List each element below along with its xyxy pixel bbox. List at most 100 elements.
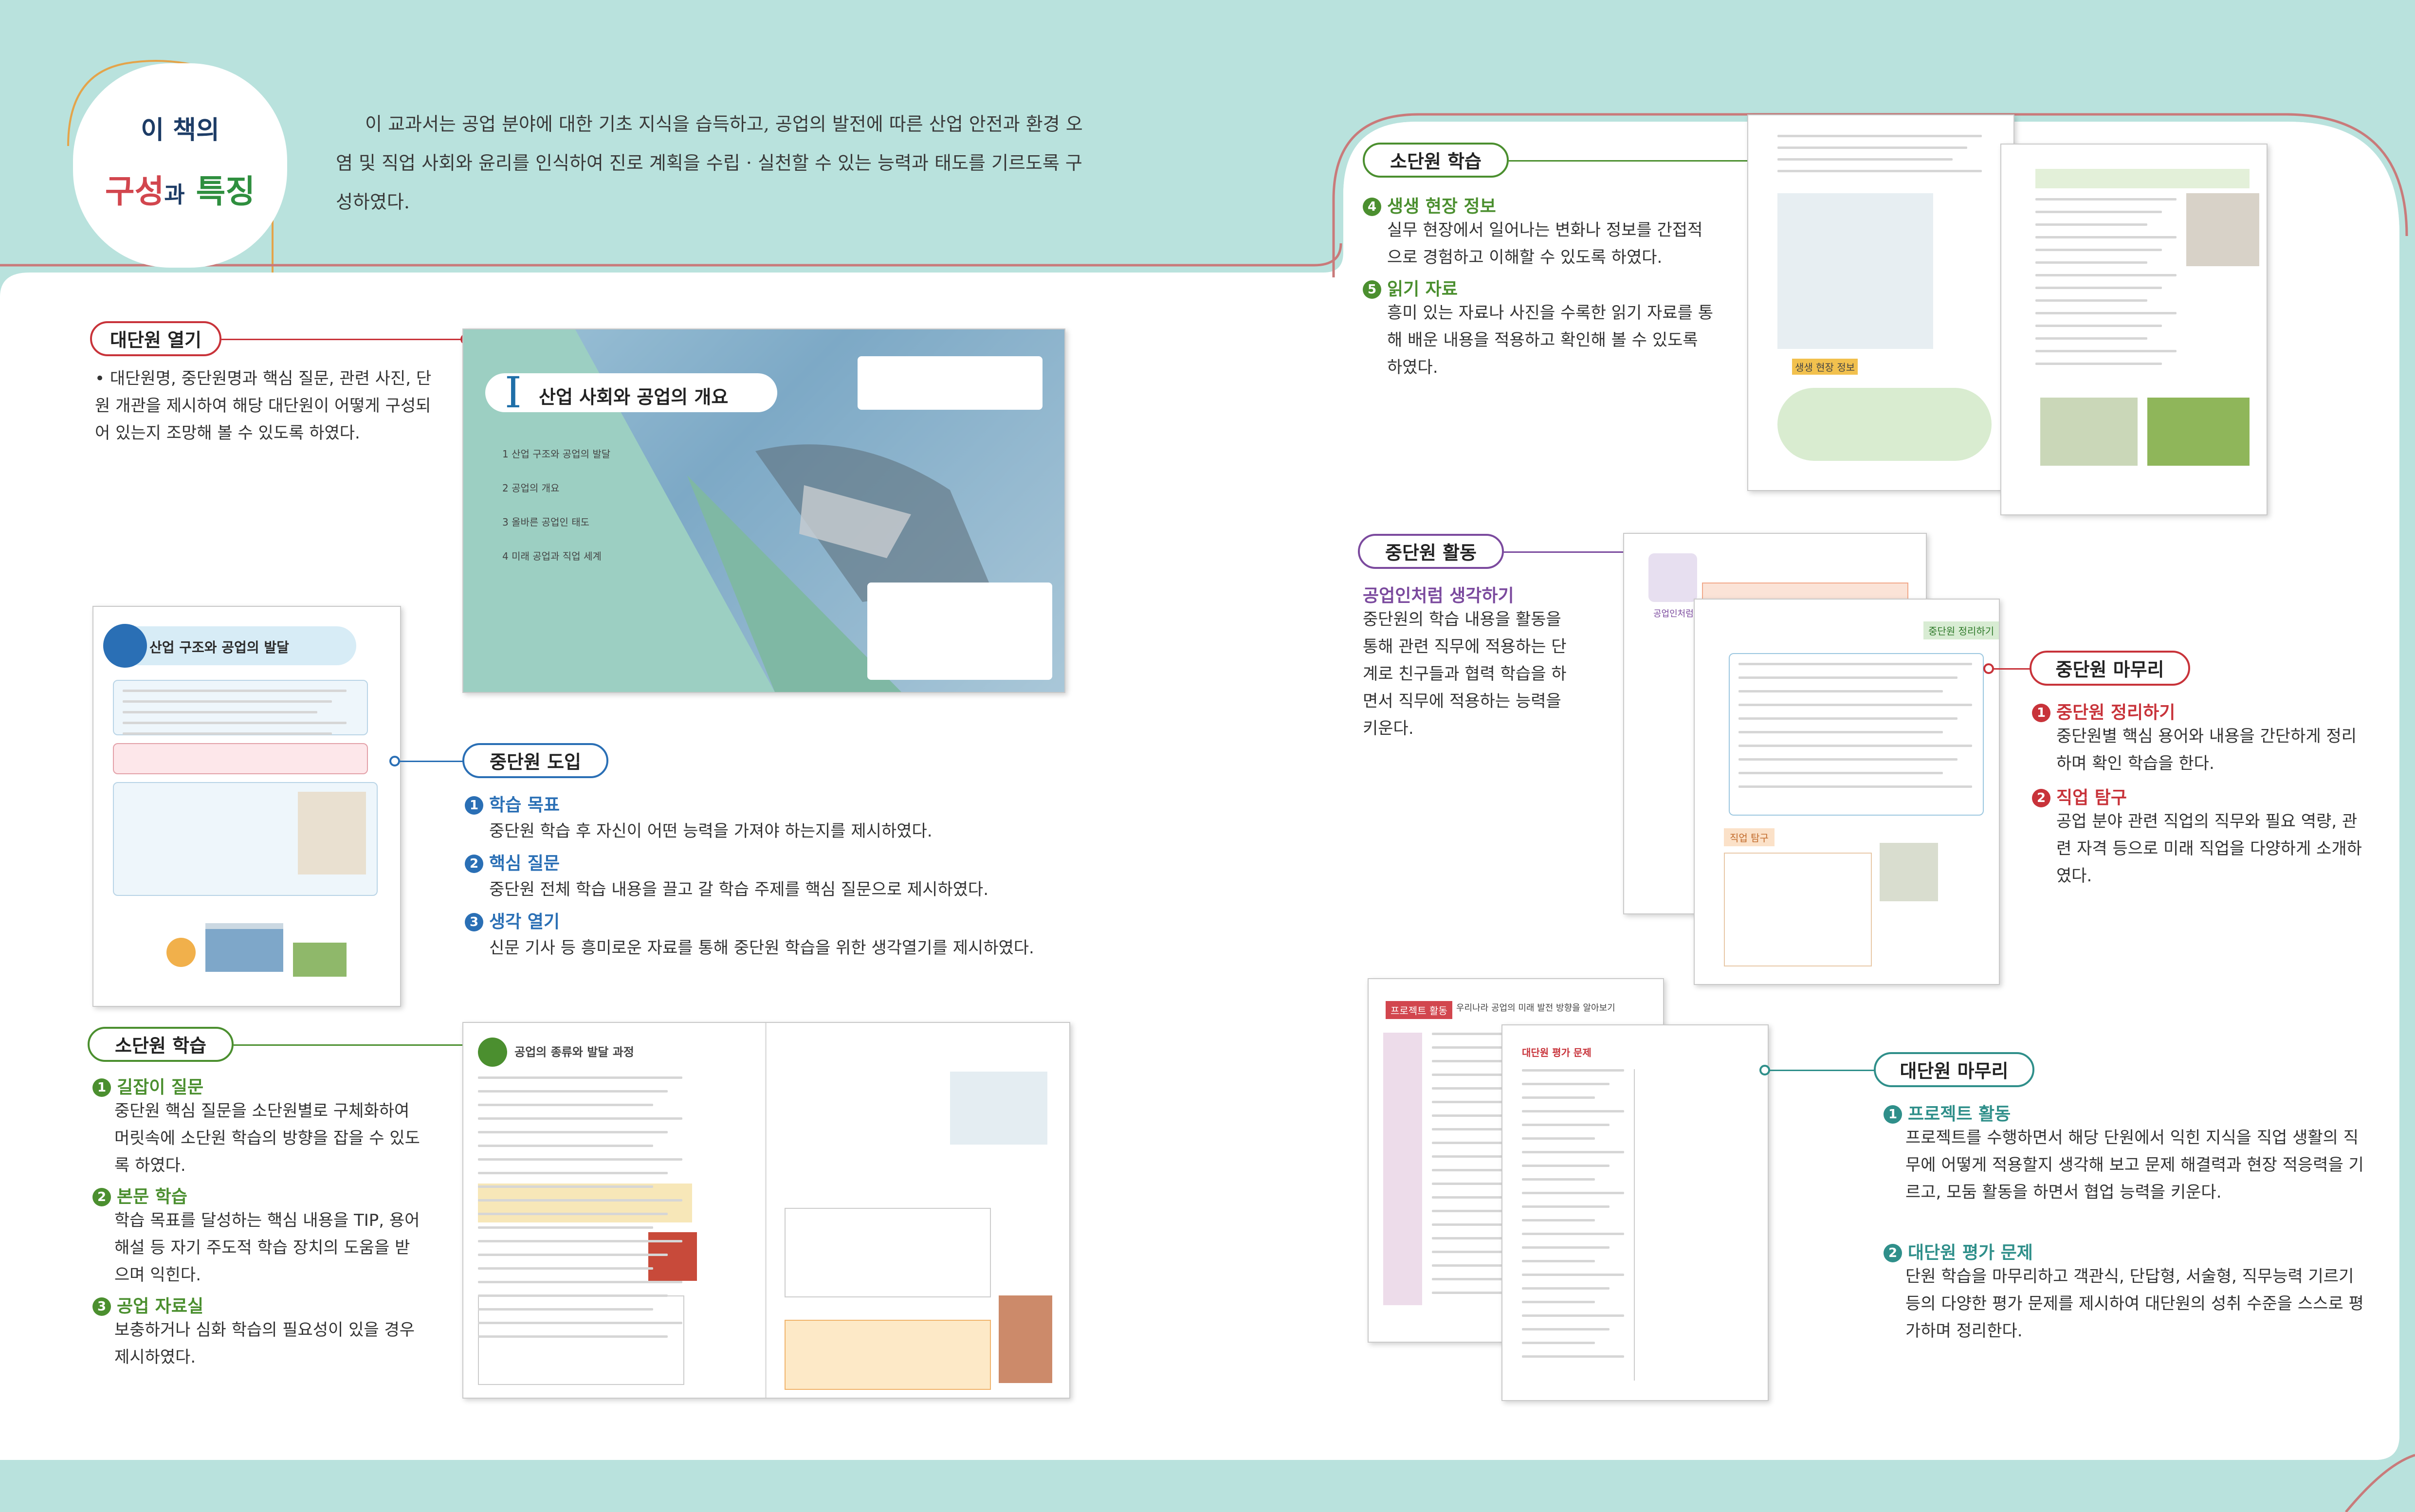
text-line bbox=[478, 1335, 668, 1338]
text-line bbox=[478, 1076, 682, 1079]
text-line bbox=[478, 1308, 653, 1311]
article-photo bbox=[298, 792, 366, 874]
text-line bbox=[2035, 363, 2162, 365]
label-jung-intro: 중단원 도입 bbox=[462, 743, 608, 778]
text-line bbox=[2035, 249, 2162, 251]
text-line bbox=[478, 1145, 653, 1147]
so-number-circle bbox=[478, 1038, 507, 1067]
finish-tag: 중단원 정리하기 bbox=[1923, 621, 1999, 639]
num-2: 2 bbox=[92, 1188, 111, 1206]
text-line bbox=[1522, 1205, 1610, 1208]
text-line bbox=[2035, 274, 2177, 276]
project-title: 우리나라 공업의 미래 발전 방향을 알아보기 bbox=[1456, 1003, 1615, 1013]
text-line bbox=[1738, 676, 1958, 679]
field-info-tag: 생생 현장 정보 bbox=[1792, 359, 1858, 375]
thumb-reading bbox=[2000, 144, 2268, 515]
so-right-item1-text: 실무 현장에서 일어나는 변화나 정보를 간접적으로 경험하고 이해할 수 있도… bbox=[1387, 220, 1703, 267]
text-line bbox=[1738, 745, 1972, 747]
num-3: 3 bbox=[92, 1297, 111, 1316]
text-line bbox=[478, 1131, 668, 1133]
text-line bbox=[1738, 785, 1972, 788]
label-dae-open: 대단원 열기 bbox=[90, 321, 221, 356]
num-4: 4 bbox=[1363, 198, 1381, 216]
text-line bbox=[478, 1267, 653, 1270]
solar-illustration bbox=[166, 923, 347, 977]
label-jung-activity: 중단원 활동 bbox=[1358, 534, 1504, 569]
activity-icon bbox=[1648, 553, 1697, 602]
summary-box bbox=[867, 583, 1052, 680]
text-line bbox=[2035, 223, 2147, 226]
text-line bbox=[1738, 731, 1943, 733]
so-left-item2-title: 2 본문 학습 bbox=[92, 1183, 187, 1208]
dae-finish-item1-text: 프로젝트를 수행하면서 해당 단원에서 익힌 지식을 직업 생활의 직무에 어떻… bbox=[1905, 1128, 2364, 1202]
num-2: 2 bbox=[465, 855, 483, 873]
num-3: 3 bbox=[465, 913, 483, 931]
thumb-field-info: 생생 현장 정보 bbox=[1747, 114, 2014, 491]
table-thumb-2 bbox=[785, 1208, 991, 1297]
text-line bbox=[2035, 325, 2162, 327]
label-so-left: 소단원 학습 bbox=[88, 1027, 234, 1062]
text-line bbox=[1738, 690, 1943, 692]
text-line bbox=[478, 1294, 668, 1297]
connector-dae-open bbox=[221, 339, 467, 340]
item-title: 직업 탐구 bbox=[2056, 788, 2127, 808]
text-line bbox=[1738, 663, 1972, 665]
label-dae-finish: 대단원 마무리 bbox=[1874, 1052, 2034, 1087]
text-line bbox=[1738, 704, 1972, 706]
so-left-item2-text: 학습 목표를 달성하는 핵심 내용을 TIP, 용어 해설 등 자기 주도적 학… bbox=[114, 1211, 420, 1285]
photo-side bbox=[999, 1295, 1052, 1383]
overview-box bbox=[858, 356, 1043, 410]
num-1: 1 bbox=[1884, 1105, 1902, 1124]
data-room-box bbox=[785, 1320, 991, 1390]
text-line bbox=[123, 711, 317, 713]
so-left-item1-title: 1 길잡이 질문 bbox=[92, 1073, 203, 1098]
so-left-item3-text: 보충하거나 심화 학습의 필요성이 있을 경우 제시하였다. bbox=[114, 1320, 415, 1367]
so-right-item2-title: 5 읽기 자료 bbox=[1363, 275, 1458, 300]
eval-tag: 대단원 평가 문제 bbox=[1522, 1047, 1592, 1058]
unit-title: 산업 사회와 공업의 개요 bbox=[539, 386, 729, 408]
text-line bbox=[2035, 261, 2147, 264]
text-line bbox=[2035, 337, 2147, 340]
text-line bbox=[1522, 1110, 1624, 1112]
intro-number-circle bbox=[103, 624, 147, 668]
text-line bbox=[1522, 1192, 1624, 1194]
text-line bbox=[2035, 299, 2147, 302]
text-line bbox=[1522, 1355, 1624, 1358]
connector-jung-intro bbox=[399, 761, 472, 762]
text-line bbox=[123, 732, 332, 735]
text-line bbox=[478, 1281, 682, 1283]
text-line bbox=[478, 1117, 682, 1120]
num-2: 2 bbox=[2032, 789, 2050, 807]
item-title: 중단원 정리하기 bbox=[2056, 703, 2176, 723]
text-line bbox=[1522, 1219, 1595, 1221]
text-line bbox=[2035, 236, 2177, 238]
text-line bbox=[1522, 1287, 1610, 1290]
item-title: 대단원 평가 문제 bbox=[1908, 1243, 2033, 1263]
num-5: 5 bbox=[1363, 280, 1381, 299]
text-dae-open: • 대단원명, 중단원명과 핵심 질문, 관련 사진, 단원 개관을 제시하여 … bbox=[95, 369, 432, 443]
text-line bbox=[1738, 717, 1958, 720]
jung-activity-title: 공업인처럼 생각하기 bbox=[1363, 586, 1514, 606]
connector-so-right bbox=[1509, 160, 1762, 162]
text-line bbox=[1522, 1314, 1624, 1317]
item-title: 학습 목표 bbox=[489, 795, 560, 815]
dae-finish-item2-text: 단원 학습을 마무리하고 객관식, 단답형, 서술형, 직무능력 기르기 등의 … bbox=[1905, 1267, 2364, 1341]
item-title: 프로젝트 활동 bbox=[1908, 1104, 2011, 1124]
text-line bbox=[1522, 1137, 1595, 1140]
badge-word-3: 특징 bbox=[196, 173, 256, 210]
text-line bbox=[478, 1199, 682, 1202]
text-line bbox=[478, 1104, 653, 1106]
text-line bbox=[478, 1185, 653, 1188]
jung-intro-item1-text: 중단원 학습 후 자신이 어떤 능력을 가져야 하는지를 제시하였다. bbox=[489, 821, 933, 841]
text-line bbox=[478, 1172, 668, 1174]
text-line bbox=[123, 690, 347, 692]
text-line bbox=[1522, 1342, 1595, 1344]
text-line bbox=[1522, 1165, 1610, 1167]
dae-open-desc: 대단원명, 중단원명과 핵심 질문, 관련 사진, 단원 개관을 제시하여 해당… bbox=[95, 369, 432, 443]
flow-diagram bbox=[478, 1184, 692, 1222]
so-page-title: 공업의 종류와 발달 과정 bbox=[514, 1045, 634, 1059]
intro-text: 이 교과서는 공업 분야에 대한 기초 지식을 습득하고, 공업의 발전에 따른… bbox=[336, 113, 1083, 213]
item-title: 본문 학습 bbox=[117, 1187, 188, 1207]
text-line bbox=[1522, 1178, 1595, 1181]
connector-dot bbox=[1983, 663, 1994, 674]
